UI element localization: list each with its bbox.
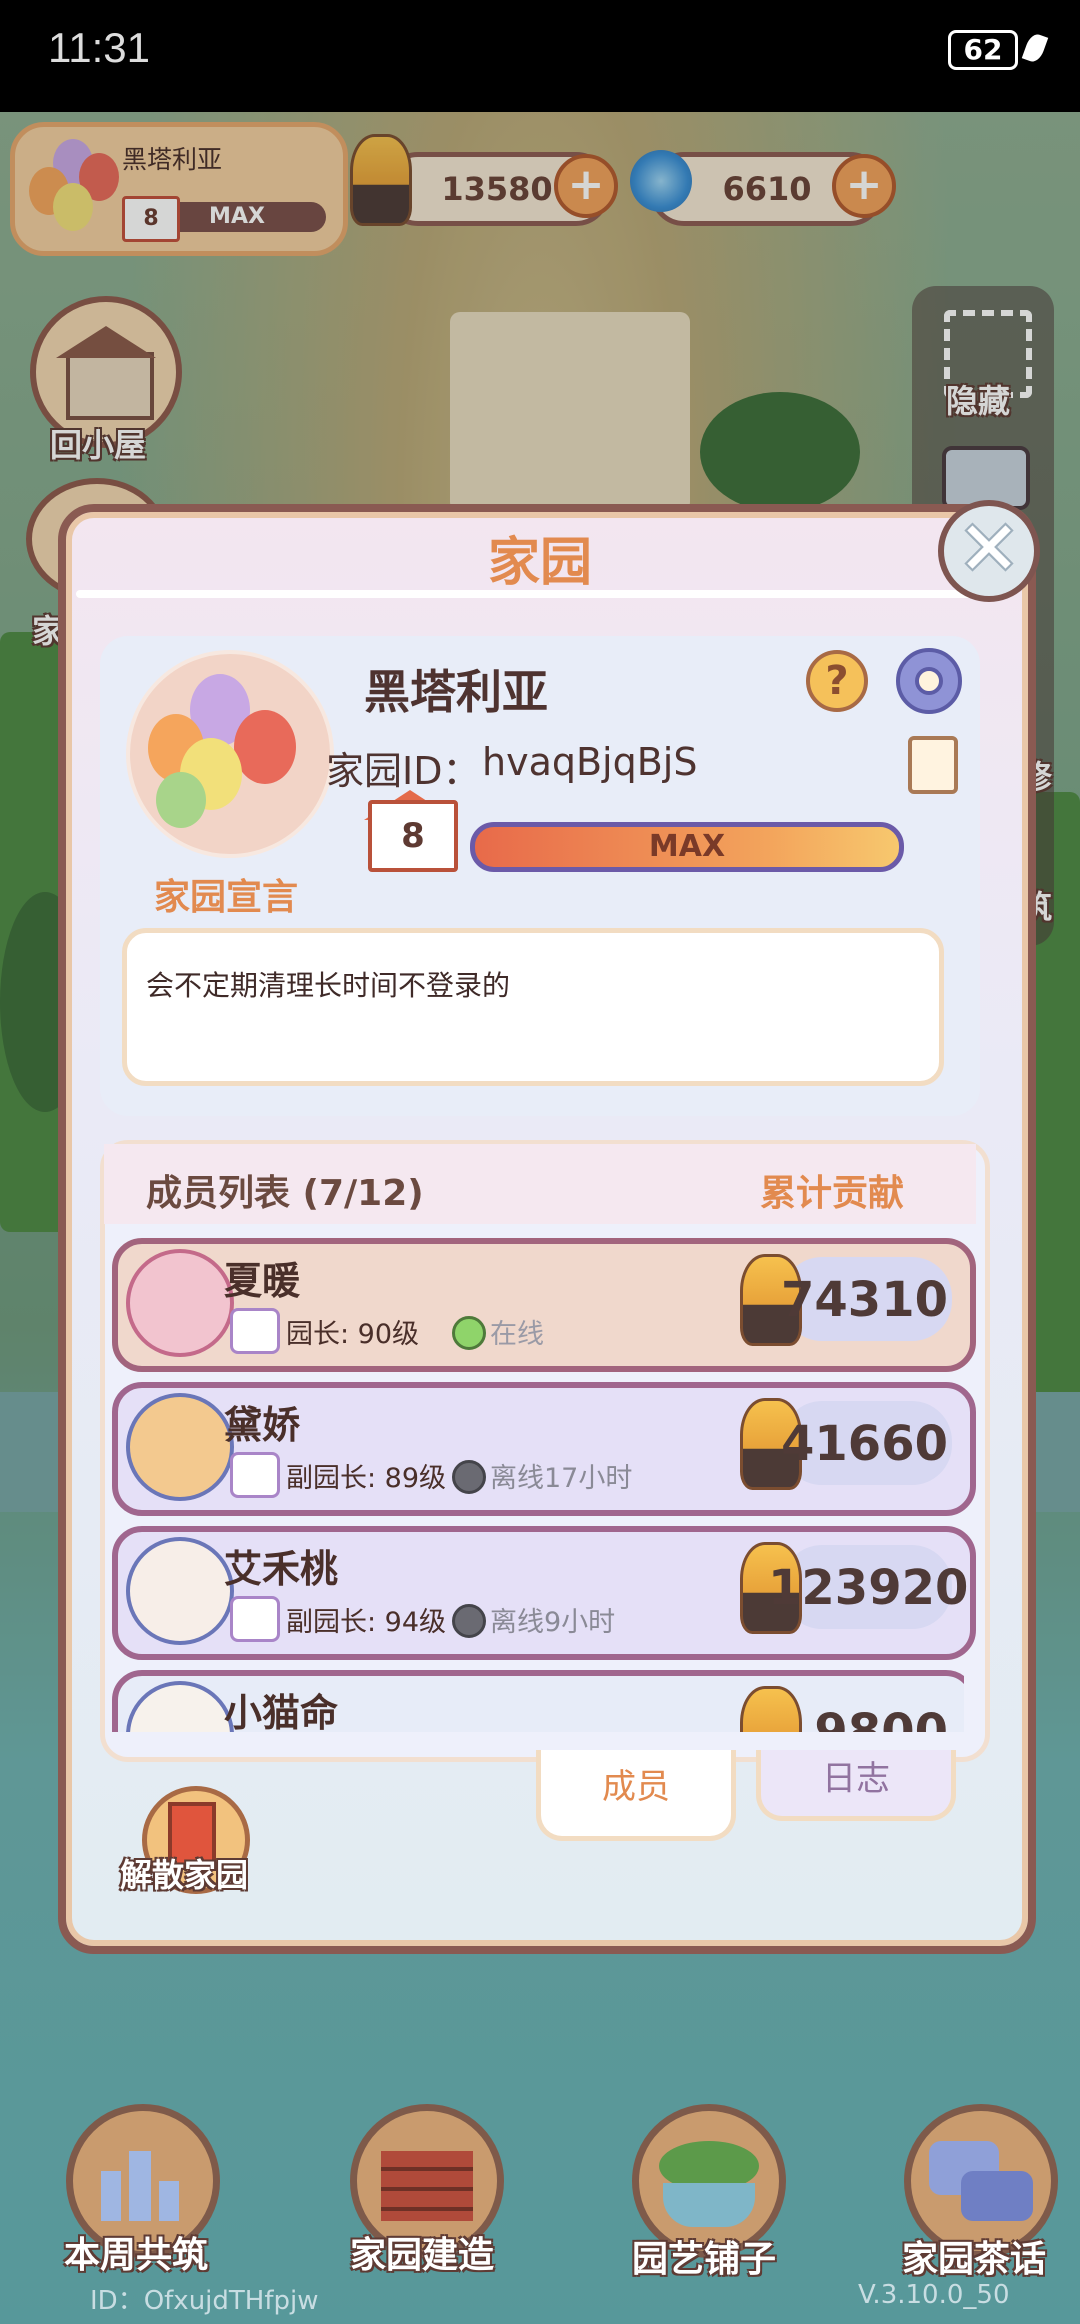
status-time: 11:31 bbox=[48, 24, 150, 71]
home-avatar bbox=[126, 650, 334, 858]
member-list-title: 成员列表 (7/12) bbox=[146, 1173, 424, 1214]
home-name: 黑塔利亚 bbox=[364, 665, 548, 719]
member-name: 艾禾桃 bbox=[224, 1547, 339, 1591]
member-contribution: 41660 bbox=[781, 1416, 948, 1472]
leader-crown-icon bbox=[230, 1308, 280, 1354]
contribution-header: 累计贡献 bbox=[760, 1173, 905, 1214]
battery-icon: 62 bbox=[948, 30, 1018, 70]
settings-gear-button[interactable] bbox=[896, 648, 962, 714]
member-role: 副园长: 94级 bbox=[286, 1607, 447, 1638]
declaration-textbox[interactable] bbox=[122, 928, 944, 1086]
disband-home-label: 解散家园 bbox=[120, 1856, 249, 1894]
flower-pot-icon bbox=[663, 2183, 755, 2227]
help-button[interactable]: ? bbox=[806, 650, 868, 712]
footer-user-id: ID：OfxujdTHfpjw bbox=[90, 2286, 319, 2316]
deputy-crown-icon bbox=[230, 1596, 280, 1642]
title-divider bbox=[76, 590, 1004, 598]
home-level-progress-bar: MAX bbox=[470, 822, 904, 872]
member-row[interactable]: 艾禾桃 副园长: 94级 离线9小时 123920 bbox=[112, 1526, 976, 1660]
footer-version: V.3.10.0_50 bbox=[858, 2280, 1010, 2310]
balloon-icon bbox=[156, 772, 206, 828]
member-avatar bbox=[126, 1249, 234, 1357]
home-id-label: 家园ID： bbox=[326, 749, 481, 793]
member-avatar bbox=[126, 1393, 234, 1501]
member-status: 离线17小时 bbox=[490, 1463, 633, 1494]
member-avatar bbox=[126, 1681, 234, 1732]
copy-id-button[interactable] bbox=[908, 736, 958, 794]
weekly-build-label: 本周共筑 bbox=[64, 2235, 209, 2276]
member-avatar bbox=[126, 1537, 234, 1645]
home-tea-chat-label: 家园茶话 bbox=[902, 2239, 1047, 2280]
member-name: 小猫命 bbox=[224, 1691, 339, 1732]
member-role: 副园长: 89级 bbox=[286, 1463, 447, 1494]
member-contribution: 9800 bbox=[814, 1704, 948, 1732]
balloon-icon bbox=[234, 710, 296, 784]
status-bar: 11:31 62 bbox=[0, 0, 1080, 112]
offline-status-dot bbox=[452, 1460, 486, 1494]
home-id-value: hvaqBjqBjS bbox=[482, 740, 698, 784]
member-row-clip: 小猫命 9800 bbox=[112, 1670, 964, 1732]
member-status: 离线9小时 bbox=[490, 1607, 616, 1638]
member-status: 在线 bbox=[490, 1319, 544, 1350]
home-build-label: 家园建造 bbox=[350, 2235, 495, 2276]
power-saving-leaf-icon bbox=[1021, 31, 1049, 65]
tab-members[interactable]: 成员 bbox=[536, 1750, 736, 1841]
declaration-text: 会不定期清理长时间不登录的 bbox=[146, 969, 511, 1002]
podium-icon bbox=[129, 2151, 151, 2221]
podium-icon bbox=[101, 2171, 121, 2221]
home-level-badge: 8 bbox=[368, 800, 458, 872]
tab-log[interactable]: 日志 bbox=[756, 1750, 956, 1821]
dialog-title: 家园 bbox=[487, 533, 592, 593]
member-row[interactable]: 黛娇 副园长: 89级 离线17小时 41660 bbox=[112, 1382, 976, 1516]
garden-shop-label: 园艺铺子 bbox=[632, 2239, 777, 2280]
online-status-dot bbox=[452, 1316, 486, 1350]
member-contribution: 123920 bbox=[768, 1560, 969, 1616]
member-contribution: 74310 bbox=[781, 1272, 948, 1328]
brick-wall-icon bbox=[381, 2151, 473, 2221]
close-dialog-button[interactable]: ✕ bbox=[938, 500, 1040, 602]
deputy-crown-icon bbox=[230, 1452, 280, 1498]
offline-status-dot bbox=[452, 1604, 486, 1638]
member-row[interactable]: 小猫命 9800 bbox=[112, 1670, 964, 1732]
member-name: 黛娇 bbox=[224, 1403, 301, 1447]
member-role: 园长: 90级 bbox=[286, 1319, 420, 1350]
podium-icon bbox=[159, 2181, 179, 2221]
chat-bubble-icon bbox=[961, 2171, 1033, 2221]
member-name: 夏暖 bbox=[224, 1259, 301, 1303]
member-row[interactable]: 夏暖 园长: 90级 在线 74310 bbox=[112, 1238, 976, 1372]
declaration-label: 家园宣言 bbox=[154, 877, 299, 918]
